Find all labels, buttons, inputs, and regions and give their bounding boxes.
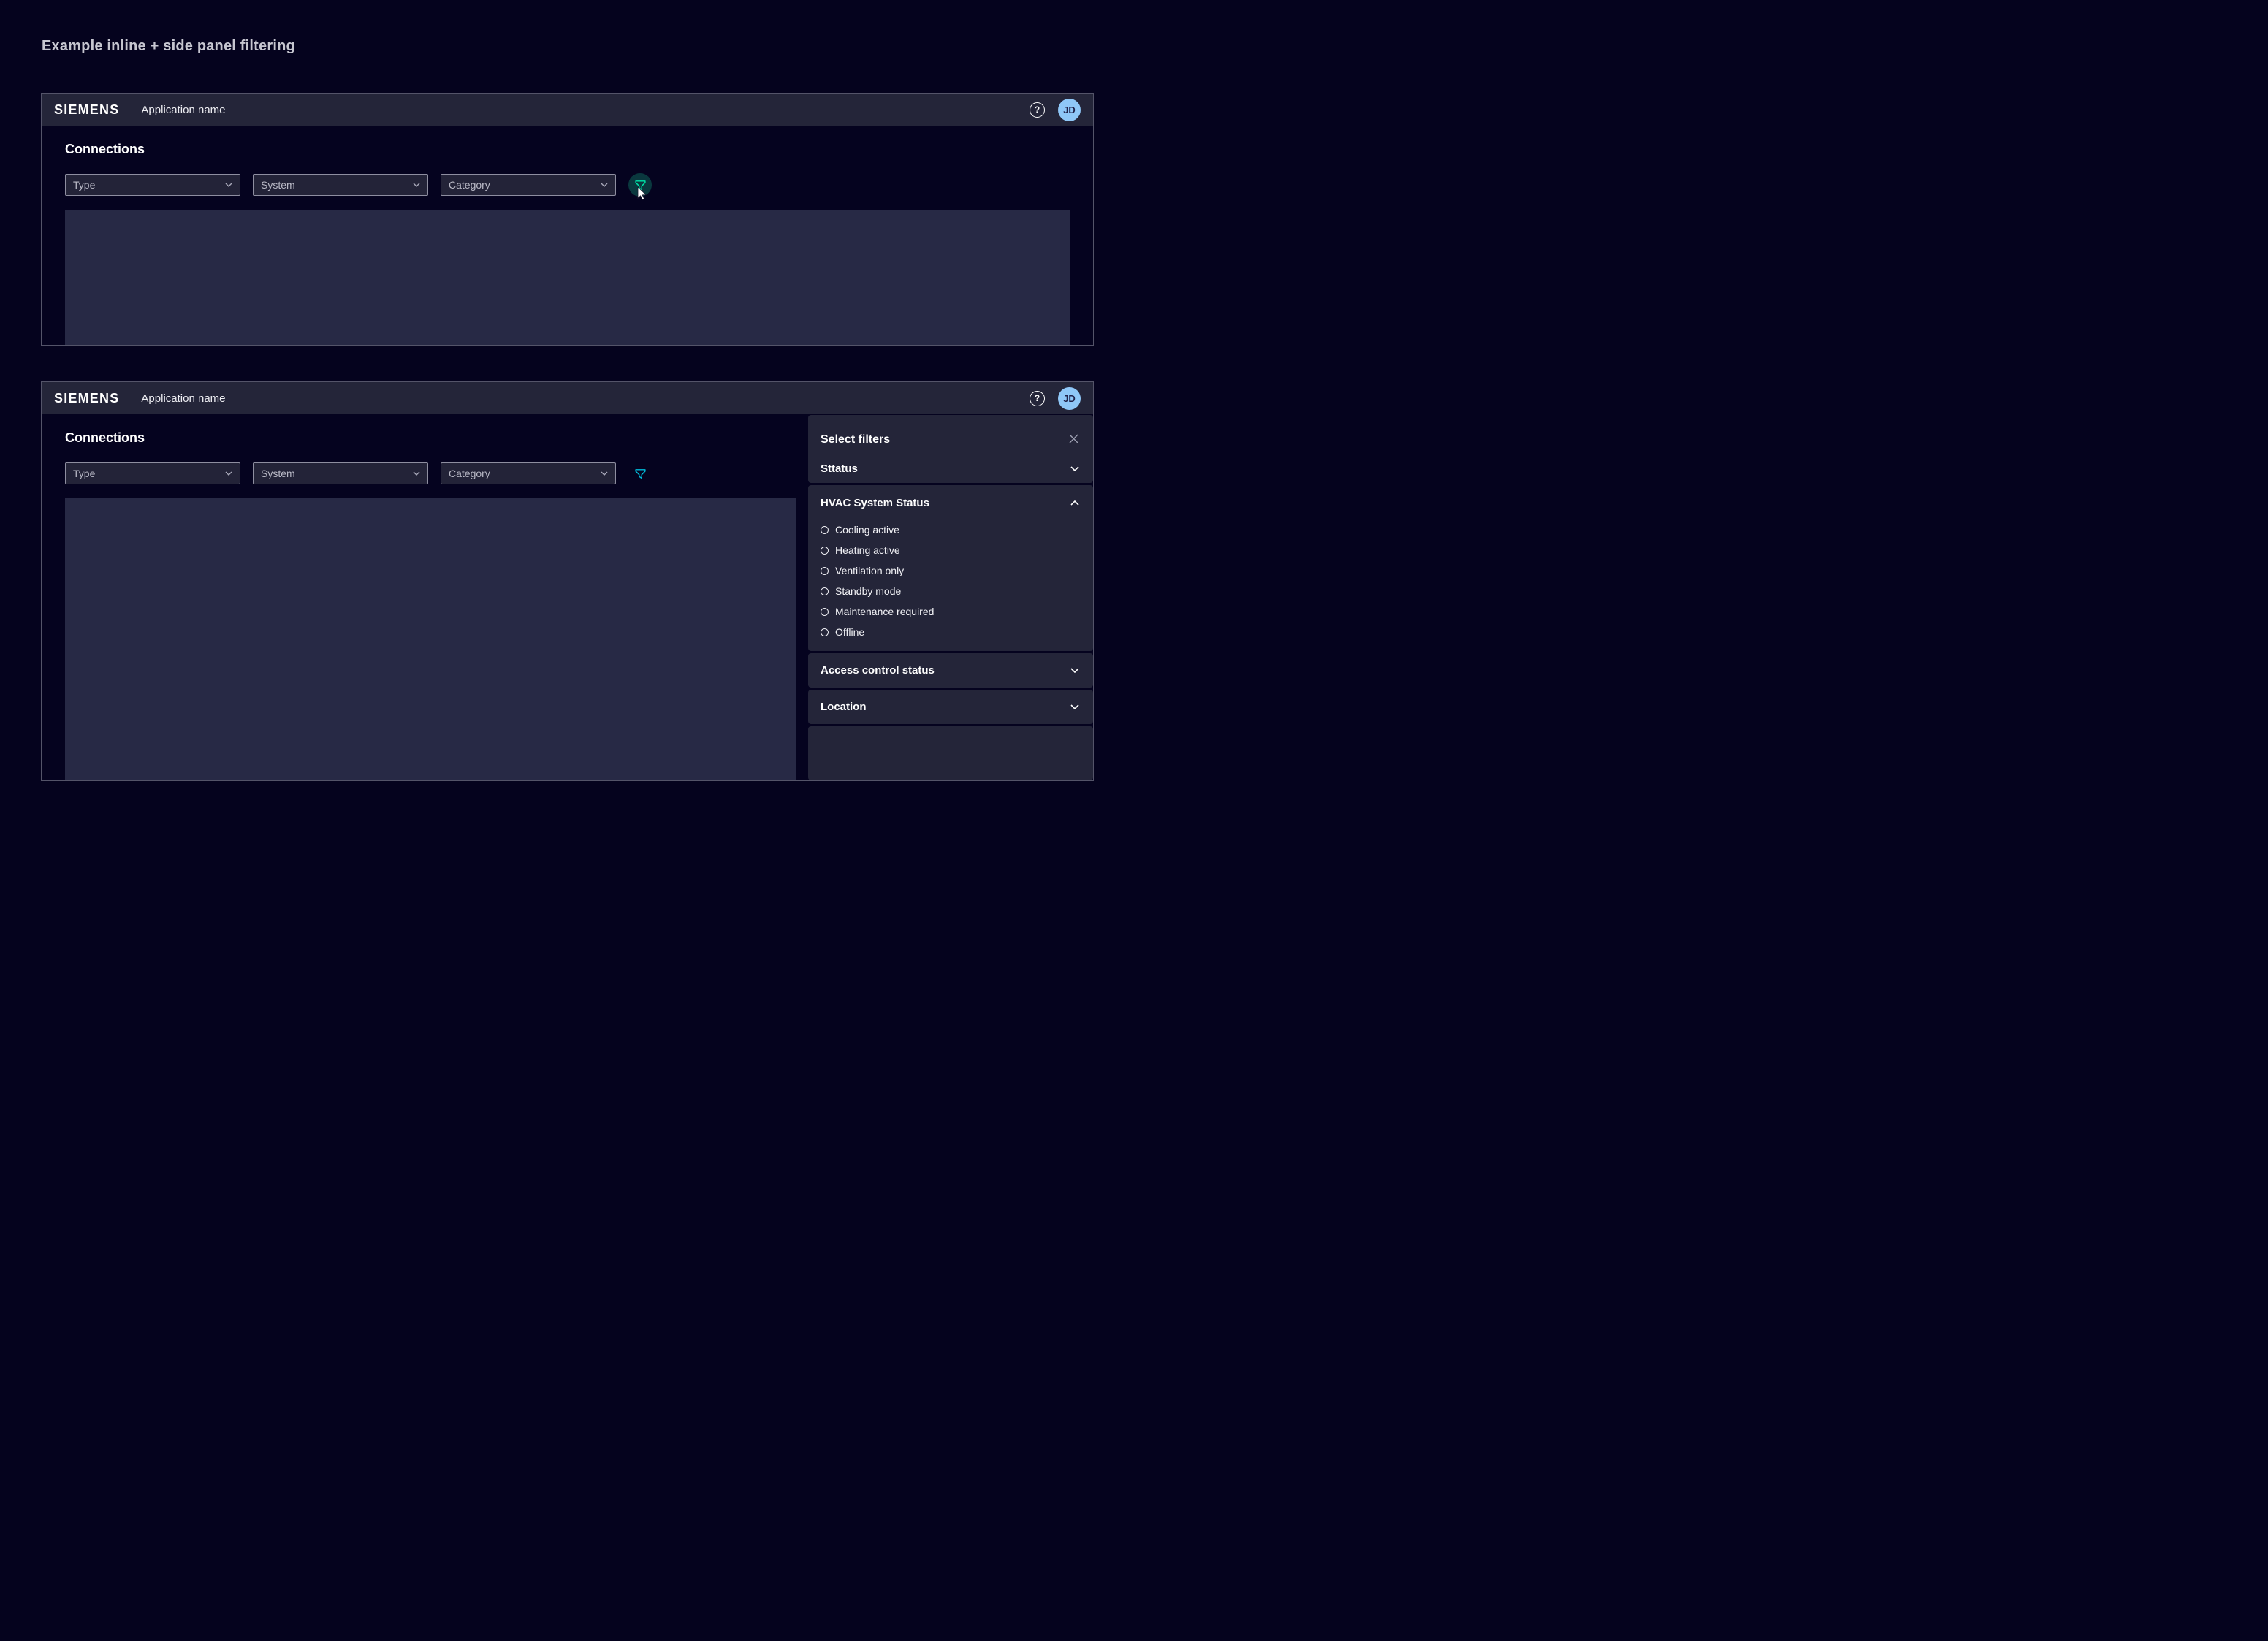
radio-label: Cooling active: [835, 524, 899, 536]
accordion-access-control-status[interactable]: Access control status: [821, 653, 1079, 688]
radio-option[interactable]: Standby mode: [821, 581, 1079, 601]
siemens-logo: SIEMENS: [54, 102, 119, 118]
dropdown-label: Type: [73, 468, 95, 479]
help-button[interactable]: ?: [1030, 391, 1045, 406]
filter-funnel-icon: [634, 179, 647, 191]
radio-button[interactable]: [821, 526, 829, 534]
page-title: Example inline + side panel filtering: [42, 38, 295, 55]
radio-button[interactable]: [821, 547, 829, 555]
chevron-down-icon: [225, 183, 232, 187]
main-column: Connections Type System: [42, 415, 808, 780]
panel-section-access-control: Access control status: [808, 653, 1093, 688]
app-header: SIEMENS Application name ? JD: [42, 94, 1093, 126]
filter-side-panel: Select filters Sttatus: [808, 415, 1093, 780]
content-placeholder: [65, 498, 796, 780]
category-dropdown[interactable]: Category: [441, 462, 616, 484]
application-name: Application name: [141, 392, 225, 405]
section-heading: Connections: [65, 140, 1070, 159]
panel-section-location: Location: [808, 690, 1093, 724]
dropdown-label: System: [261, 179, 295, 191]
app-content: Connections Type System Category: [42, 126, 1093, 345]
avatar[interactable]: JD: [1058, 387, 1081, 410]
chevron-up-icon: [1070, 500, 1079, 506]
radio-label: Offline: [835, 626, 864, 638]
panel-filler-section: [808, 726, 1093, 780]
radio-label: Maintenance required: [835, 606, 934, 617]
radio-button[interactable]: [821, 587, 829, 595]
system-dropdown[interactable]: System: [253, 462, 428, 484]
chevron-down-icon: [1070, 466, 1079, 471]
system-dropdown[interactable]: System: [253, 174, 428, 196]
close-panel-button[interactable]: [1068, 434, 1079, 446]
accordion-location[interactable]: Location: [821, 690, 1079, 724]
accordion-hvac-system-status[interactable]: HVAC System Status: [821, 495, 1079, 510]
accordion-label: HVAC System Status: [821, 497, 929, 509]
dropdown-label: System: [261, 468, 295, 479]
question-mark-icon: ?: [1035, 393, 1040, 403]
category-dropdown[interactable]: Category: [441, 174, 616, 196]
avatar[interactable]: JD: [1058, 99, 1081, 121]
section-heading: Connections: [65, 428, 796, 447]
chevron-down-icon: [413, 471, 420, 476]
chevron-down-icon: [413, 183, 420, 187]
chevron-down-icon: [1070, 704, 1079, 709]
accordion-label: Access control status: [821, 664, 935, 677]
radio-option[interactable]: Offline: [821, 622, 1079, 642]
accordion-label: Location: [821, 701, 867, 713]
dropdown-label: Type: [73, 179, 95, 191]
panel-section-hvac: HVAC System Status Cooling active Heatin: [808, 485, 1093, 651]
help-button[interactable]: ?: [1030, 102, 1045, 118]
question-mark-icon: ?: [1035, 104, 1040, 115]
radio-button[interactable]: [821, 567, 829, 575]
app-header: SIEMENS Application name ? JD: [42, 382, 1093, 415]
radio-button[interactable]: [821, 628, 829, 636]
close-icon: [1069, 434, 1078, 446]
open-filter-panel-button[interactable]: [628, 462, 652, 485]
dropdown-label: Category: [449, 468, 490, 479]
type-dropdown[interactable]: Type: [65, 174, 240, 196]
dropdown-label: Category: [449, 179, 490, 191]
app-window-inline-filtering: SIEMENS Application name ? JD Connection…: [41, 93, 1094, 346]
chevron-down-icon: [601, 183, 608, 187]
header-actions: ? JD: [1030, 387, 1081, 410]
radio-option[interactable]: Heating active: [821, 540, 1079, 560]
open-filter-panel-button[interactable]: [628, 173, 652, 197]
radio-option[interactable]: Cooling active: [821, 519, 1079, 540]
app-content: Connections Type System: [42, 415, 1093, 780]
chevron-down-icon: [601, 471, 608, 476]
inline-filter-row: Type System Category: [65, 173, 1070, 197]
panel-header-section: Select filters Sttatus: [808, 415, 1093, 483]
siemens-logo: SIEMENS: [54, 391, 119, 406]
radio-button[interactable]: [821, 608, 829, 616]
chevron-down-icon: [225, 471, 232, 476]
panel-title: Select filters: [821, 433, 890, 446]
radio-label: Ventilation only: [835, 565, 904, 576]
accordion-status[interactable]: Sttatus: [821, 458, 1079, 479]
accordion-label: Sttatus: [821, 462, 858, 475]
chevron-down-icon: [1070, 668, 1079, 673]
radio-option[interactable]: Maintenance required: [821, 601, 1079, 622]
design-canvas: Example inline + side panel filtering SI…: [0, 0, 1134, 820]
header-actions: ? JD: [1030, 99, 1081, 121]
radio-group: Cooling active Heating active Ventilatio…: [821, 519, 1079, 642]
inline-filter-row: Type System Category: [65, 462, 796, 485]
application-name: Application name: [141, 104, 225, 116]
content-placeholder: [65, 210, 1070, 345]
type-dropdown[interactable]: Type: [65, 462, 240, 484]
radio-label: Standby mode: [835, 585, 901, 597]
radio-label: Heating active: [835, 544, 900, 556]
radio-option[interactable]: Ventilation only: [821, 560, 1079, 581]
filter-funnel-icon: [634, 468, 647, 480]
app-window-side-panel-filtering: SIEMENS Application name ? JD Connection…: [41, 381, 1094, 781]
